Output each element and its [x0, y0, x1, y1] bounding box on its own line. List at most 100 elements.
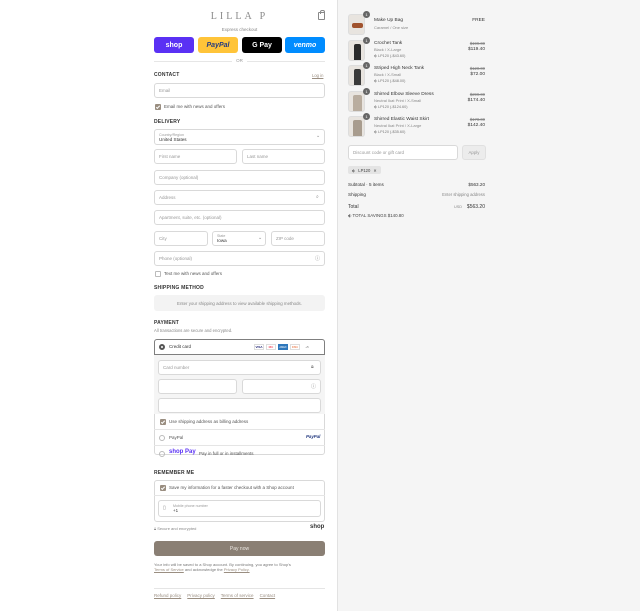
- shop-pay-radio[interactable]: [159, 451, 165, 457]
- login-link[interactable]: Log in: [312, 73, 323, 78]
- text-offers-label: Text me with news and offers: [164, 271, 222, 276]
- privacy-policy-link[interactable]: Privacy policy: [187, 593, 215, 598]
- help-circle-icon[interactable]: ⓘ: [315, 255, 320, 262]
- address-input[interactable]: Address: [154, 190, 325, 205]
- billing-address-checkbox[interactable]: [160, 419, 166, 425]
- remove-discount-icon[interactable]: ✕: [373, 168, 377, 173]
- tag-icon: ⬖: [352, 167, 356, 173]
- shipping-methods-placeholder: Enter your shipping address to view avai…: [154, 295, 325, 311]
- card-number-input[interactable]: Card number: [158, 360, 321, 375]
- product-variant: Neutral Ikat Print / X-Large: [374, 123, 422, 128]
- total-label: Total: [348, 204, 359, 210]
- paypal-radio[interactable]: [159, 435, 165, 441]
- refund-policy-link[interactable]: Refund policy: [154, 593, 181, 598]
- search-icon: ⌕: [316, 194, 319, 200]
- shop-pay-label: Pay in full or in installments: [199, 451, 254, 456]
- product-original-price: $199.00: [469, 41, 485, 46]
- expiration-date-input[interactable]: [158, 379, 237, 394]
- product-thumbnail: [348, 116, 365, 137]
- product-variant: Neutral Ikat Print / X-Small: [374, 98, 422, 103]
- product-name: Striped High Neck Tank: [374, 66, 425, 71]
- shopping-bag-icon[interactable]: [318, 10, 325, 20]
- product-price: $142.40: [467, 123, 485, 128]
- checkout-form-panel: LILLA P Express checkout shop PayPal G P…: [0, 0, 337, 611]
- save-info-checkbox[interactable]: [160, 485, 166, 491]
- discount-tag: ⬖ LP120 (-$48.00): [374, 79, 406, 83]
- shop-logo: shop: [310, 524, 325, 530]
- delivery-heading: DELIVERY: [154, 119, 181, 125]
- terms-of-service-link[interactable]: Terms of service: [221, 593, 254, 598]
- more-cards-icon: +5: [305, 345, 309, 349]
- express-checkout-label: Express checkout: [221, 27, 258, 32]
- save-info-label: Save my information for a faster checkou…: [169, 485, 294, 490]
- product-original-price: $120.00: [469, 66, 485, 71]
- name-on-card-input[interactable]: [158, 398, 321, 413]
- product-variant: Caramel / One size: [374, 25, 409, 30]
- terms-link[interactable]: Terms of Service: [154, 567, 184, 572]
- security-code-input[interactable]: [242, 379, 321, 394]
- paypal-option-label: PayPal: [169, 435, 184, 440]
- discount-tag: ⬖ LP120 (-$35.60): [374, 130, 406, 134]
- contact-link[interactable]: Contact: [260, 593, 276, 598]
- product-thumbnail: [348, 65, 365, 86]
- apartment-input[interactable]: Apartment, suite, etc. (optional): [154, 210, 325, 225]
- or-divider: OR: [154, 58, 325, 64]
- discover-icon: DISC: [290, 344, 300, 350]
- discount-tag: ⬖ LP120 (-$124.60): [374, 105, 408, 109]
- tag-icon: ⬖: [348, 213, 352, 218]
- paypal-button[interactable]: PayPal: [198, 37, 238, 53]
- venmo-button[interactable]: venmo: [285, 37, 325, 53]
- product-name: Make Up Bag: [374, 18, 404, 23]
- last-name-input[interactable]: Last name: [242, 149, 325, 164]
- phone-input[interactable]: Phone (optional): [154, 251, 325, 266]
- payment-heading: PAYMENT: [154, 320, 180, 326]
- quantity-badge: 1: [363, 62, 370, 69]
- text-offers-checkbox[interactable]: [155, 271, 161, 277]
- product-thumbnail: [348, 40, 365, 61]
- first-name-input[interactable]: First name: [154, 149, 237, 164]
- remember-me-heading: REMEMBER ME: [154, 470, 195, 476]
- shop-pay-button[interactable]: shop: [154, 37, 194, 53]
- shipping-value: Enter shipping address: [442, 192, 485, 197]
- lock-icon: 🔒︎: [311, 364, 314, 370]
- quantity-badge: 1: [363, 113, 370, 120]
- apply-discount-button[interactable]: Apply: [462, 145, 486, 160]
- company-input[interactable]: Company (optional): [154, 170, 325, 185]
- google-pay-button[interactable]: G Pay: [242, 37, 282, 53]
- currency-code: USD: [453, 205, 462, 209]
- quantity-badge: 1: [363, 88, 370, 95]
- product-thumbnail: [348, 14, 365, 35]
- state-value: Iowa: [217, 238, 227, 243]
- zip-input[interactable]: ZIP code: [271, 231, 325, 246]
- discount-code-input[interactable]: Discount code or gift card: [348, 145, 458, 160]
- mobile-phone-icon: ▯: [163, 505, 166, 511]
- pay-now-button[interactable]: Pay now: [154, 541, 325, 556]
- product-price: $119.40: [468, 47, 485, 52]
- product-original-price: $299.00: [469, 92, 485, 97]
- paypal-logo: PayPal: [306, 434, 321, 439]
- product-name: Shirred Elastic Waist Skirt: [374, 117, 429, 122]
- country-select[interactable]: Country/Region United States: [154, 129, 325, 145]
- email-input[interactable]: Email: [154, 83, 325, 98]
- billing-address-label: Use shipping address as billing address: [169, 419, 249, 424]
- mobile-phone-input[interactable]: Mobile phone number +1: [158, 500, 321, 517]
- subtotal-label: Subtotal · 5 items: [348, 182, 384, 187]
- credit-card-label: Credit card: [169, 344, 192, 349]
- discount-code-tag: ⬖ LP120 ✕: [348, 166, 381, 174]
- shop-pay-logo: shop Pay: [169, 449, 196, 455]
- news-checkbox[interactable]: [155, 104, 161, 110]
- shipping-label: Shipping: [348, 192, 366, 197]
- store-logo[interactable]: LILLA P: [154, 11, 325, 22]
- help-circle-icon[interactable]: ⓘ: [311, 383, 316, 390]
- privacy-link[interactable]: Privacy Policy.: [224, 567, 250, 572]
- product-name: Crochet Tank: [374, 41, 403, 46]
- city-input[interactable]: City: [154, 231, 208, 246]
- credit-card-radio[interactable]: [159, 344, 165, 350]
- quantity-badge: 1: [363, 11, 370, 18]
- news-checkbox-label: Email me with news and offers: [164, 104, 225, 109]
- shop-legal-text: Your info will be saved to a Shop accoun…: [154, 562, 291, 573]
- quantity-badge: 1: [363, 37, 370, 44]
- chevron-down-icon: ⌄: [258, 235, 263, 241]
- shipping-heading: SHIPPING METHOD: [154, 285, 204, 291]
- footer-links: Refund policy Privacy policy Terms of se…: [154, 593, 275, 598]
